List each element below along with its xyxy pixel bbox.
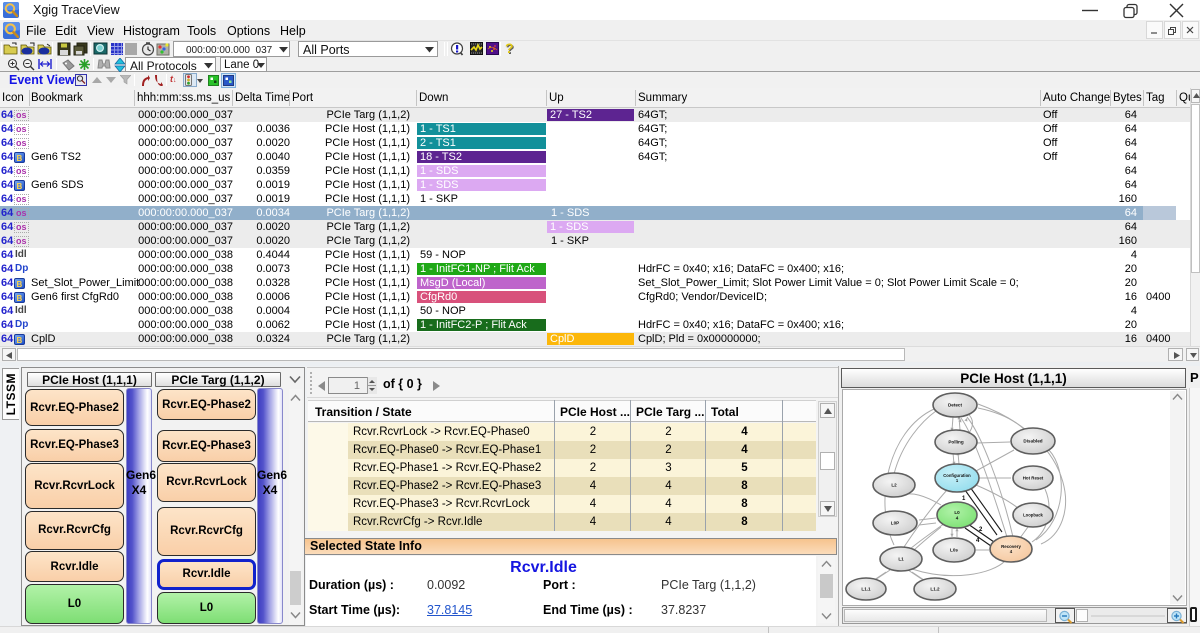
svg-text:Hot Reset: Hot Reset [1023, 476, 1044, 481]
svg-text:L2: L2 [891, 483, 897, 488]
svg-text:L0s: L0s [950, 548, 958, 553]
svg-text:Recovery: Recovery [1001, 544, 1021, 549]
svg-text:L0P: L0P [891, 521, 899, 526]
svg-text:Polling: Polling [948, 440, 964, 445]
svg-text:4: 4 [956, 515, 959, 520]
svg-text:L1.1: L1.1 [861, 587, 871, 592]
svg-text:L0: L0 [954, 510, 960, 515]
svg-text:Detect: Detect [948, 403, 963, 408]
svg-text:Loopback: Loopback [1023, 512, 1043, 517]
svg-text:L1: L1 [898, 557, 904, 562]
svg-text:2: 2 [979, 527, 983, 533]
svg-text:1: 1 [962, 496, 966, 502]
svg-text:Disabled: Disabled [1023, 439, 1042, 444]
svg-text:4: 4 [976, 538, 980, 544]
svg-text:L1.2: L1.2 [930, 587, 940, 592]
